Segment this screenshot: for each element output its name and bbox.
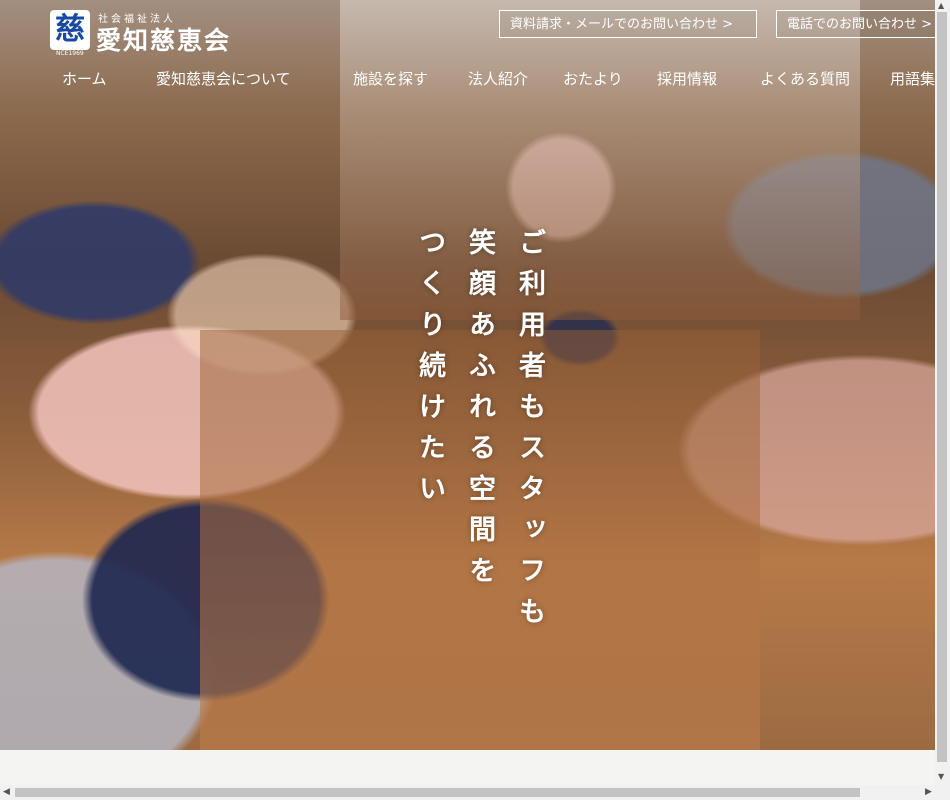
nav-item-facilities[interactable]: 施設を探す <box>353 68 428 89</box>
scroll-right-icon[interactable]: ▶ <box>925 787 932 797</box>
hero-copy-line-3: つくり続けたい <box>414 228 445 515</box>
viewport: ご利用者もスタッフも 笑顔あふれる空間を つくり続けたい 慈 NCE1969 社… <box>0 0 935 785</box>
nav-item-home[interactable]: ホーム <box>62 68 107 89</box>
nav-item-corporate[interactable]: 法人紹介 <box>468 68 528 89</box>
nav-item-faq[interactable]: よくある質問 <box>760 68 850 89</box>
mail-inquiry-button[interactable]: 資料請求・メールでのお問い合わせ > <box>499 10 757 38</box>
horizontal-scroll-thumb[interactable] <box>15 788 860 797</box>
logo-established: NCE1969 <box>56 50 84 57</box>
hero-copy-line-1: ご利用者もスタッフも <box>514 228 545 638</box>
vertical-scroll-thumb[interactable] <box>937 12 947 762</box>
scroll-up-icon[interactable]: ▲ <box>938 1 944 10</box>
nav-item-recruit[interactable]: 採用情報 <box>657 68 717 89</box>
hero-copy-line-2: 笑顔あふれる空間を <box>464 228 495 597</box>
logo-mark-icon: 慈 <box>50 10 90 50</box>
nav-item-about[interactable]: 愛知慈恵会について <box>156 68 291 89</box>
horizontal-scrollbar[interactable]: ◀ ▶ <box>0 785 950 800</box>
global-nav: ホーム 愛知慈恵会について 施設を探す 法人紹介 おたより 採用情報 よくある質… <box>0 68 935 90</box>
nav-item-news[interactable]: おたより <box>563 68 623 89</box>
scroll-down-icon[interactable]: ▼ <box>938 772 944 781</box>
logo-name: 愛知慈恵会 <box>96 26 232 55</box>
content-section-top <box>0 750 935 785</box>
nav-item-glossary[interactable]: 用語集 <box>890 68 935 89</box>
phone-inquiry-button[interactable]: 電話でのお問い合わせ > <box>776 10 935 38</box>
scroll-left-icon[interactable]: ◀ <box>3 787 10 797</box>
vertical-scrollbar[interactable]: ▲ ▼ <box>935 0 950 785</box>
site-logo[interactable]: 慈 NCE1969 社会福祉法人 愛知慈恵会 <box>50 10 270 58</box>
hero-image: ご利用者もスタッフも 笑顔あふれる空間を つくり続けたい <box>0 0 935 750</box>
